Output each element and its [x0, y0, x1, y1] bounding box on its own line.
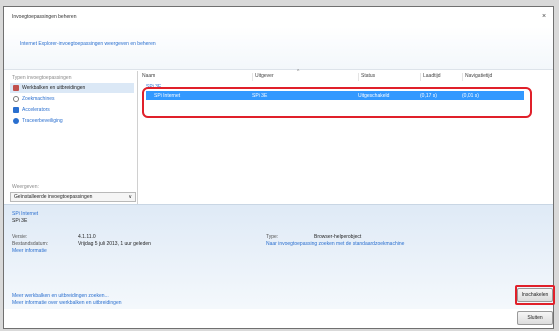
tracking-protection-icon [13, 118, 19, 124]
addon-types-pane: Typen invoegtoepassingen Werkbalken en u… [9, 71, 138, 205]
row-highlight-annotation [142, 87, 532, 118]
file-date-label: Bestandsdatum: [12, 241, 49, 247]
type-item-toolbars-extensions[interactable]: Werkbalken en uitbreidingen [10, 83, 134, 93]
sort-indicator-icon: ^ [297, 69, 300, 75]
chevron-down-icon: ∨ [128, 194, 132, 200]
column-header-navigation-time[interactable]: Navigatietijd [462, 73, 522, 81]
learn-more-link[interactable]: Meer informatie over werkbalken en uitbr… [12, 300, 122, 307]
type-item-label: Traceerbeveiliging [22, 118, 63, 124]
type-label: Type: [266, 234, 279, 240]
search-addon-link[interactable]: Naar invoegtoepassing zoeken met de stan… [266, 241, 404, 247]
version-label: Versie: [12, 234, 28, 240]
type-item-label: Zoekmachines [22, 96, 55, 102]
column-header-load-time[interactable]: Laadtijd [420, 73, 462, 81]
window-title: Invoegtoepassingen beheren [12, 14, 77, 20]
column-header-publisher[interactable]: Uitgever [252, 73, 358, 81]
filter-selected-value: Geïnstalleerde invoegtoepassingen [14, 194, 93, 200]
search-icon [13, 96, 19, 102]
type-item-label: Accelerators [22, 107, 50, 113]
enable-button-highlight-annotation [515, 285, 555, 305]
type-item-tracking-protection[interactable]: Traceerbeveiliging [10, 116, 134, 126]
show-filter-dropdown[interactable]: Geïnstalleerde invoegtoepassingen ∨ [10, 192, 136, 202]
header-link[interactable]: Internet Explorer-invoegtoepassingen wee… [20, 41, 156, 47]
type-item-accelerators[interactable]: Accelerators [10, 105, 134, 115]
accelerator-icon [13, 107, 19, 113]
more-info-link[interactable]: Meer informatie [12, 248, 47, 254]
type-value: Browser-helperobject [314, 234, 362, 240]
type-item-label: Werkbalken en uitbreidingen [22, 85, 86, 91]
version-value: 4.1.11.0 [78, 234, 96, 240]
details-addon-name: SPi Internet [12, 211, 39, 217]
close-icon[interactable]: × [539, 12, 549, 22]
addon-types-label: Typen invoegtoepassingen [12, 75, 72, 81]
close-button[interactable]: Sluiten [517, 311, 553, 325]
find-more-link[interactable]: Meer werkbalken en uitbreidingen zoeken.… [12, 293, 122, 300]
manage-addons-window: Invoegtoepassingen beheren × Internet Ex… [3, 6, 555, 329]
column-header-name[interactable]: Naam [140, 73, 252, 81]
column-header-status[interactable]: Status [358, 73, 420, 81]
details-publisher: SPi 3E [12, 218, 28, 224]
bottom-links: Meer werkbalken en uitbreidingen zoeken.… [12, 293, 122, 307]
toolbar-gear-icon [13, 85, 19, 91]
file-date-value: Vrijdag 5 juli 2013, 1 uur geleden [78, 241, 151, 247]
header-band: Internet Explorer-invoegtoepassingen wee… [4, 27, 553, 70]
filter-label: Weergeven: [12, 184, 39, 190]
type-item-search-providers[interactable]: Zoekmachines [10, 94, 134, 104]
title-bar: Invoegtoepassingen beheren × [4, 7, 553, 27]
